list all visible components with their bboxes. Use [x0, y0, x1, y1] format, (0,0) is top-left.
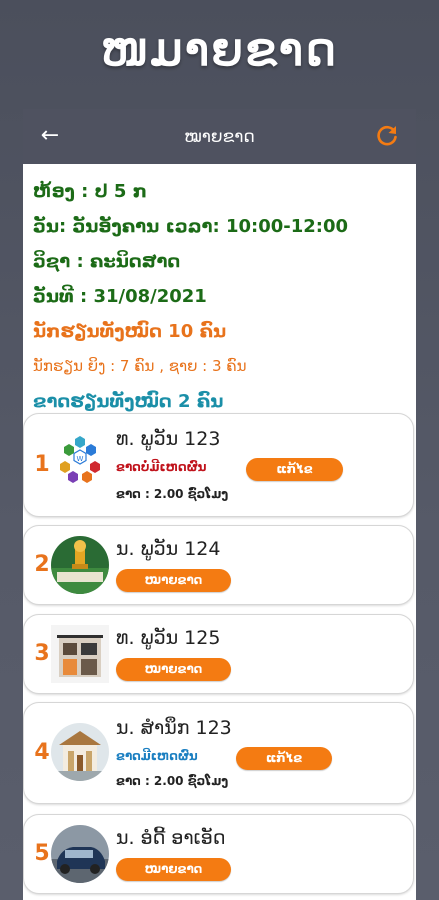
svg-text:W: W [77, 455, 84, 463]
student-avatar [51, 625, 109, 683]
student-number: 4 [34, 740, 50, 765]
day-time-text: ວັນ: ວັນອັງຄານ ເວລາ: 10:00-12:00 [33, 216, 349, 237]
student-card: 4 ນ. ສໍານຶກ 123 ຂາດມີເຫດຜົນ ຂາດ : 2.00 ຊ… [23, 702, 414, 804]
absence-status: ຂາດມີເຫດຜົນ [116, 749, 198, 763]
classroom-text: ຫ້ອງ : ປ 5 ກ [33, 181, 147, 202]
edit-button[interactable]: ແກ້ໄຂ [246, 458, 343, 481]
mark-absent-button[interactable]: ໝາຍຂາດ [116, 569, 231, 592]
student-card: 5 ນ. ອໍດີ້ ອາເອັດ ໝາຍຂາດ [23, 814, 414, 894]
date-text: ວັນທີ : 31/08/2021 [33, 286, 207, 307]
refresh-icon[interactable] [374, 123, 400, 149]
absence-status: ຂາດບໍ່ມີເຫດຜົນ [116, 460, 207, 474]
student-name: ນ. ອໍດີ້ ອາເອັດ [116, 827, 226, 849]
student-number: 2 [34, 552, 50, 577]
app-bar-title: ໝາຍຂາດ [184, 126, 255, 147]
student-name: ທ. ພູວັນ 125 [116, 627, 221, 649]
student-avatar: W [51, 434, 109, 492]
subject-text: ວິຊາ : ຄະນິດສາດ [33, 251, 181, 272]
gender-breakdown-text: ນັກຮຽນ ຍິງ : 7 ຄົນ , ຊາຍ : 3 ຄົນ [33, 357, 247, 375]
edit-button[interactable]: ແກ້ໄຂ [236, 747, 332, 770]
student-name: ນ. ສໍານຶກ 123 [116, 717, 232, 739]
screen-title: ໜມາຍຂາດ [100, 22, 339, 76]
student-card: 2 ນ. ພູວັນ 124 ໝາຍຂາດ [23, 525, 414, 605]
student-name: ນ. ພູວັນ 124 [116, 538, 221, 560]
student-number: 1 [34, 452, 50, 477]
student-avatar [51, 536, 109, 594]
student-name: ທ. ພູວັນ 123 [116, 428, 221, 450]
student-avatar [51, 825, 109, 883]
mark-absent-button[interactable]: ໝາຍຂາດ [116, 658, 231, 681]
absence-hours: ຂາດ : 2.00 ຊົ່ວໂມງ [116, 774, 229, 788]
student-number: 5 [34, 841, 50, 866]
student-avatar [51, 723, 109, 781]
total-students-text: ນັກຮຽນທັງໝົດ 10 ຄົນ [33, 321, 227, 342]
app-bar: ← ໝາຍຂາດ [23, 109, 416, 164]
arrow-left-icon[interactable]: ← [37, 123, 63, 149]
absence-hours: ຂາດ : 2.00 ຊົ່ວໂມງ [116, 487, 229, 501]
student-card: 1 W ທ. ພູວັນ 123 ຂາດບໍ່ມີເຫດຜົນ ຂາດ : 2.… [23, 413, 414, 517]
mark-absent-button[interactable]: ໝາຍຂາດ [116, 858, 231, 881]
phone-screen: ← ໝາຍຂາດ ຫ້ອງ : ປ 5 ກ ວັນ: ວັນອັງຄານ ເວລ… [23, 109, 416, 900]
student-number: 3 [34, 641, 50, 666]
student-card: 3 ທ. ພູວັນ 125 ໝາຍຂາດ [23, 614, 414, 694]
class-info: ຫ້ອງ : ປ 5 ກ ວັນ: ວັນອັງຄານ ເວລາ: 10:00-… [23, 164, 416, 419]
